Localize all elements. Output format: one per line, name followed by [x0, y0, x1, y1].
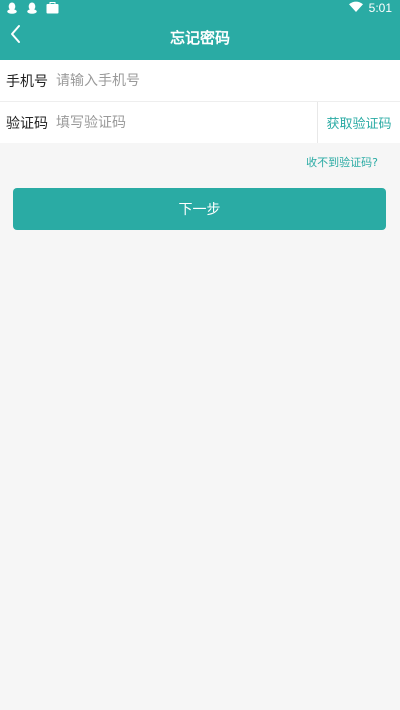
wifi-icon: [348, 1, 363, 15]
title-bar: 忘记密码: [0, 16, 400, 60]
page-title: 忘记密码: [169, 29, 230, 47]
status-bar: 5:01: [0, 0, 400, 16]
phone-input[interactable]: [56, 72, 400, 89]
status-right: 5:01: [348, 0, 392, 16]
code-label: 验证码: [6, 115, 48, 132]
notification-icons: [6, 2, 59, 14]
phone-label: 手机号: [6, 73, 48, 90]
no-code-link[interactable]: 收不到验证码?: [306, 154, 378, 170]
reset-form: 手机号 验证码 获取验证码: [0, 60, 400, 143]
phone-row: 手机号: [0, 60, 400, 101]
get-code-button[interactable]: 获取验证码: [317, 102, 400, 143]
clock-text: 5:01: [368, 1, 392, 15]
next-button[interactable]: 下一步: [13, 188, 386, 230]
briefcase-icon: [46, 2, 59, 14]
code-row: 验证码 获取验证码: [0, 101, 400, 143]
qq-icon: [6, 2, 18, 14]
qq-icon: [26, 2, 38, 14]
